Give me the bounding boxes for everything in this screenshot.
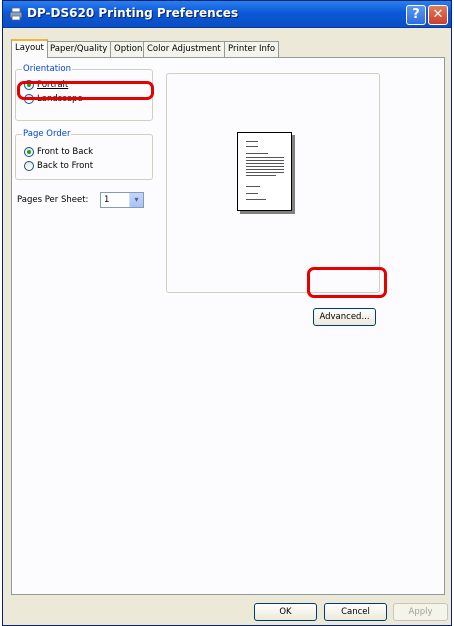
- front-to-back-label: Front to Back: [37, 147, 94, 157]
- window-title: DP-DS620 Printing Preferences: [27, 6, 239, 20]
- apply-button[interactable]: Apply: [393, 603, 448, 621]
- back-to-front-radio[interactable]: Back to Front: [24, 161, 93, 172]
- highlight-box: [307, 267, 387, 298]
- pages-per-sheet-value: 1: [104, 195, 110, 205]
- tab-layout[interactable]: Layout: [11, 39, 48, 58]
- portrait-highlight-box: [17, 81, 154, 100]
- close-button[interactable]: ✕: [428, 5, 448, 25]
- tab-color-adjustment[interactable]: Color Adjustment: [143, 41, 225, 57]
- radio-checked-icon: [24, 147, 34, 157]
- pages-per-sheet-label: Pages Per Sheet:: [17, 195, 89, 205]
- cancel-button[interactable]: Cancel: [324, 603, 387, 621]
- printing-preferences-window: DP-DS620 Printing Preferences ? ✕ Layout…: [2, 0, 452, 626]
- printer-icon: [9, 7, 23, 21]
- tab-paper-quality[interactable]: Paper/Quality: [46, 41, 112, 57]
- page-preview-icon: [237, 132, 292, 211]
- radio-unchecked-icon: [24, 161, 34, 171]
- ok-button[interactable]: OK: [254, 603, 317, 621]
- front-to-back-radio[interactable]: Front to Back: [24, 147, 93, 158]
- page-order-legend: Page Order: [22, 129, 72, 139]
- help-button[interactable]: ?: [406, 5, 426, 25]
- orientation-legend: Orientation: [22, 64, 72, 74]
- title-bar[interactable]: DP-DS620 Printing Preferences ? ✕: [3, 1, 451, 28]
- chevron-down-icon[interactable]: ▾: [129, 193, 143, 207]
- back-to-front-label: Back to Front: [37, 161, 94, 171]
- pages-per-sheet-select[interactable]: 1 ▾: [100, 192, 144, 208]
- page-order-group: Page Order Front to Back Back to Front: [15, 129, 153, 180]
- tab-option[interactable]: Option: [110, 41, 147, 57]
- advanced-button[interactable]: Advanced...: [313, 308, 376, 326]
- tab-printer-info[interactable]: Printer Info: [224, 41, 280, 57]
